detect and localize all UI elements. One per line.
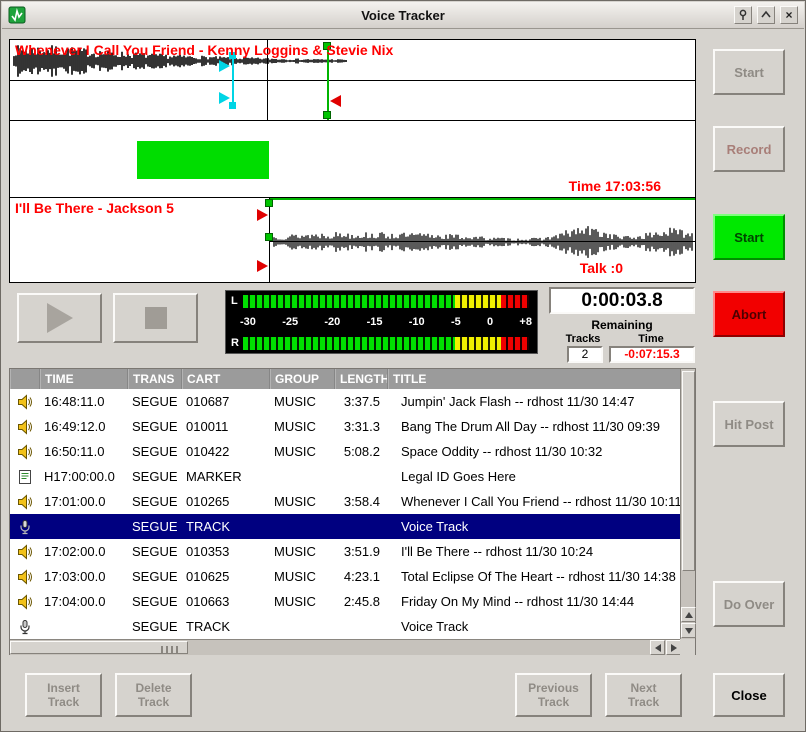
scroll-down-button[interactable] xyxy=(681,623,696,638)
segue-marker-handle-bottom[interactable] xyxy=(229,102,236,109)
scroll-up-button[interactable] xyxy=(681,607,696,622)
segue-marker-line[interactable] xyxy=(232,54,234,107)
voice-track-region[interactable] xyxy=(137,141,269,179)
header-trans[interactable]: TRANS xyxy=(128,369,182,389)
track2-marker-handle-mid[interactable] xyxy=(265,233,273,241)
mic-icon xyxy=(10,519,40,535)
insert-track-button[interactable]: Insert Track xyxy=(25,673,102,717)
scrollbar-grip xyxy=(161,646,179,653)
header-length[interactable]: LENGTH xyxy=(335,369,388,389)
table-row[interactable]: H17:00:00.0SEGUEMARKERLegal ID Goes Here xyxy=(10,464,682,489)
remaining-time-label: Time xyxy=(621,333,681,345)
start-active-button[interactable]: Start xyxy=(713,214,785,260)
header-time[interactable]: TIME xyxy=(40,369,128,389)
meter-right-label: R xyxy=(231,337,239,349)
remaining-tracks-label: Tracks xyxy=(553,333,613,345)
stop-icon xyxy=(145,307,167,329)
talk-display: Talk :0 xyxy=(580,260,623,276)
mic-icon xyxy=(10,619,40,635)
header-icon-column xyxy=(10,369,40,389)
log-table-header: TIME TRANS CART GROUP LENGTH TITLE xyxy=(10,369,682,389)
track1-title: Whenever I Call You Friend - Kenny Loggi… xyxy=(15,42,393,58)
vu-meter: L -30-25-20-15-10-50+8 R xyxy=(225,290,538,354)
horizontal-scrollbar[interactable] xyxy=(10,639,682,655)
previous-track-button[interactable]: Previous Track xyxy=(515,673,592,717)
titlebar[interactable]: Voice Tracker × xyxy=(2,2,804,29)
track2-end-arrow-icon[interactable] xyxy=(257,260,268,272)
track2-title: I'll Be There - Jackson 5 xyxy=(15,200,174,216)
time-display: Time 17:03:56 xyxy=(569,178,661,194)
header-cart[interactable]: CART xyxy=(182,369,270,389)
record-button[interactable]: Record xyxy=(713,126,785,172)
table-row-selected[interactable]: SEGUETRACKVoice Track xyxy=(10,514,682,539)
start-top-button[interactable]: Start xyxy=(713,49,785,95)
track2-start-arrow-icon[interactable] xyxy=(257,209,268,221)
meter-scale: -30-25-20-15-10-50+8 xyxy=(240,313,532,331)
vertical-scrollbar[interactable] xyxy=(680,369,695,639)
track2-start-line xyxy=(269,198,695,200)
meter-left-label: L xyxy=(231,295,238,307)
vertical-scrollbar-thumb[interactable] xyxy=(682,371,695,571)
close-button[interactable]: Close xyxy=(713,673,785,717)
remaining-label: Remaining xyxy=(549,318,695,332)
table-row[interactable]: 17:03:00.0SEGUE010625MUSIC4:23.1Total Ec… xyxy=(10,564,682,589)
abort-button[interactable]: Abort xyxy=(713,291,785,337)
stop-button[interactable] xyxy=(113,293,198,343)
remaining-time-value: -0:07:15.3 xyxy=(609,346,695,363)
speaker-icon xyxy=(10,569,40,585)
header-title[interactable]: TITLE xyxy=(388,369,682,389)
header-group[interactable]: GROUP xyxy=(270,369,335,389)
segue-end-arrow-icon[interactable] xyxy=(219,92,230,104)
log-table: TIME TRANS CART GROUP LENGTH TITLE 16:48… xyxy=(9,368,696,655)
next-track-button[interactable]: Next Track xyxy=(605,673,682,717)
shade-icon[interactable] xyxy=(757,6,775,24)
table-row[interactable]: 16:49:12.0SEGUE010011MUSIC3:31.3Bang The… xyxy=(10,414,682,439)
voice-tracker-window: Voice Tracker × Whenever I Call You Frie… xyxy=(0,0,806,732)
end-marker-arrow-icon[interactable] xyxy=(330,95,341,107)
scroll-left-button[interactable] xyxy=(650,640,665,655)
table-row[interactable]: 17:02:00.0SEGUE010353MUSIC3:51.9I'll Be … xyxy=(10,539,682,564)
table-row[interactable]: 17:04:00.0SEGUE010663MUSIC2:45.8Friday O… xyxy=(10,589,682,614)
table-row[interactable]: 16:50:11.0SEGUE010422MUSIC5:08.2Space Od… xyxy=(10,439,682,464)
speaker-icon xyxy=(10,394,40,410)
panel1-divider-line xyxy=(10,80,695,81)
table-row[interactable]: 17:01:00.0SEGUE010265MUSIC3:58.4Whenever… xyxy=(10,489,682,514)
log-table-body: 16:48:11.0SEGUE010687MUSIC3:37.5Jumpin' … xyxy=(10,389,682,639)
scrollbar-corner xyxy=(680,639,695,655)
remaining-tracks-value: 2 xyxy=(567,346,603,363)
close-icon[interactable]: × xyxy=(780,6,798,24)
voice-track-panel[interactable]: Time 17:03:56 xyxy=(9,120,696,198)
hit-post-button[interactable]: Hit Post xyxy=(713,401,785,447)
table-row[interactable]: 16:48:11.0SEGUE010687MUSIC3:37.5Jumpin' … xyxy=(10,389,682,414)
play-icon xyxy=(47,303,73,333)
horizontal-scrollbar-thumb[interactable] xyxy=(10,641,188,654)
window-title: Voice Tracker xyxy=(2,8,804,23)
delete-track-button[interactable]: Delete Track xyxy=(115,673,192,717)
speaker-icon xyxy=(10,594,40,610)
meter-left-leds xyxy=(243,295,529,308)
speaker-icon xyxy=(10,494,40,510)
scroll-right-button[interactable] xyxy=(666,640,681,655)
do-over-button[interactable]: Do Over xyxy=(713,581,785,627)
segue-start-arrow-icon[interactable] xyxy=(219,60,230,72)
pin-icon[interactable] xyxy=(734,6,752,24)
track2-waveform-panel[interactable]: I'll Be There - Jackson 5 Talk :0 xyxy=(9,197,696,283)
play-button[interactable] xyxy=(17,293,102,343)
track1-waveform-panel[interactable]: Whenever I Call You Friend - Kenny Loggi… xyxy=(9,39,696,121)
elapsed-time-display: 0:00:03.8 xyxy=(549,287,695,314)
meter-right-leds xyxy=(243,337,529,350)
speaker-icon xyxy=(10,544,40,560)
marker-icon xyxy=(10,469,40,485)
fade-marker-handle-bottom[interactable] xyxy=(323,111,331,119)
table-row[interactable]: SEGUETRACKVoice Track xyxy=(10,614,682,639)
track2-marker-handle-top[interactable] xyxy=(265,199,273,207)
speaker-icon xyxy=(10,419,40,435)
speaker-icon xyxy=(10,444,40,460)
